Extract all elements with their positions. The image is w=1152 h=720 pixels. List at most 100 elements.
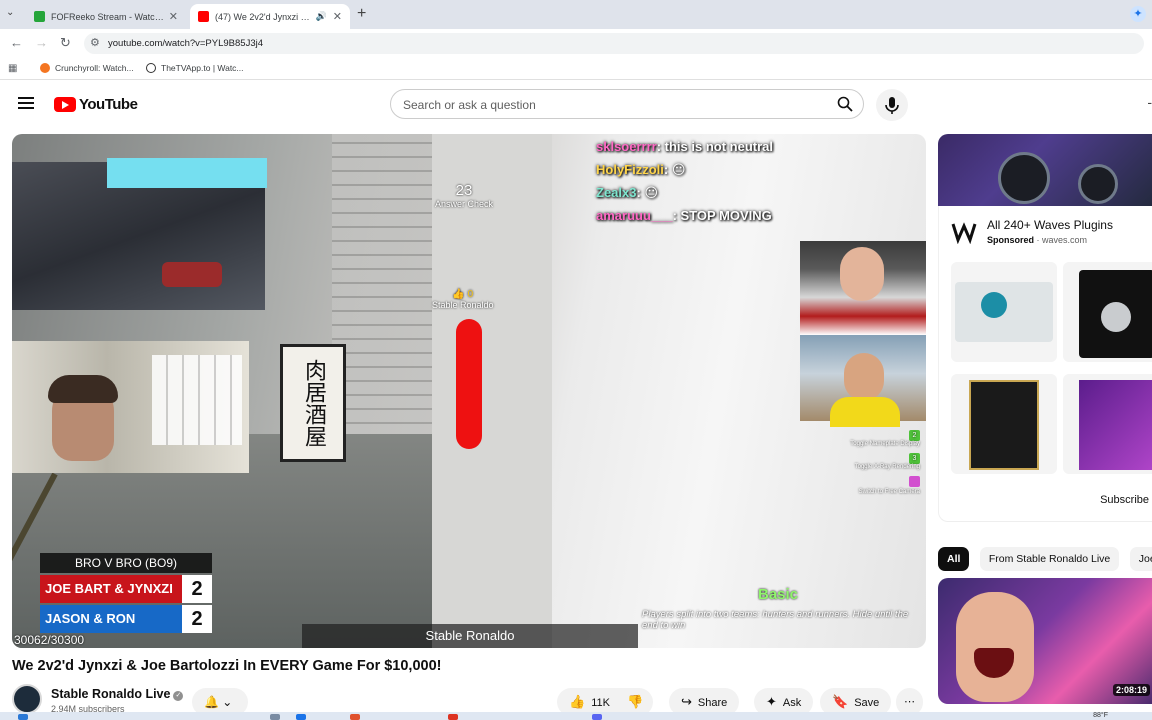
- reload-icon[interactable]: ↻: [60, 35, 71, 51]
- video-duration-badge: 2:08:19: [1112, 684, 1150, 696]
- chat-line: Zealx3: 😐: [596, 185, 773, 208]
- span: 0: [467, 289, 474, 300]
- player-nameplate: 👍 0 Stable Ronaldo: [432, 289, 494, 310]
- hair: [48, 375, 118, 403]
- recommended-video-thumbnail[interactable]: 2:08:19: [938, 578, 1152, 704]
- score: 2: [182, 575, 212, 603]
- speaker-icon[interactable]: 🔊: [316, 11, 327, 22]
- chip-all[interactable]: All: [938, 547, 970, 571]
- ad-product-image[interactable]: [1063, 374, 1152, 474]
- tab-title: FOFReeko Stream - Watch Live: [51, 11, 165, 22]
- site-info-icon[interactable]: ⚙: [90, 36, 100, 49]
- address-bar[interactable]: ⚙ youtube.com/watch?v=PYL9B85J3j4: [84, 33, 1144, 54]
- hamburger-menu-icon[interactable]: [18, 97, 34, 109]
- tab-search-icon[interactable]: ⌄: [6, 7, 14, 18]
- span: Ask: [782, 697, 802, 709]
- search-input[interactable]: Search or ask a question: [403, 98, 536, 112]
- game-wall: [432, 134, 552, 648]
- ad-title[interactable]: All 240+ Waves Plugins: [987, 218, 1113, 232]
- crunchyroll-icon: [40, 63, 50, 73]
- close-icon[interactable]: ✕: [333, 10, 342, 23]
- share-icon: ↪: [681, 694, 692, 709]
- div: Answer Check: [435, 199, 494, 209]
- bookmark-icon: 🔖: [832, 694, 849, 709]
- voice-search-button[interactable]: [876, 89, 908, 121]
- channel-avatar[interactable]: [12, 684, 42, 714]
- chip-from-channel[interactable]: From Stable Ronaldo Live: [979, 547, 1120, 571]
- channel-name[interactable]: Stable Ronaldo Live ✓: [51, 687, 184, 701]
- taskbar-app-icon[interactable]: [592, 714, 602, 720]
- logo-text: YouTube: [79, 96, 138, 113]
- span: amaruuu___: [596, 208, 673, 223]
- sparkle-icon: ✦: [766, 694, 777, 709]
- browser-tab-youtube[interactable]: (47) We 2v2'd Jynxzi & Joe 🔊 ✕: [190, 4, 350, 29]
- start-icon[interactable]: [18, 714, 28, 720]
- ad-banner-image[interactable]: [938, 134, 1152, 206]
- ad-product-image[interactable]: [951, 374, 1057, 474]
- video-title: We 2v2'd Jynxzi & Joe Bartolozzi In EVER…: [12, 658, 442, 674]
- span: Toggle Nameplate Display: [850, 441, 920, 447]
- youtube-logo[interactable]: YouTube: [54, 96, 138, 113]
- back-arrow-icon[interactable]: ←: [10, 35, 23, 50]
- browser-tab-fofreeko[interactable]: FOFReeko Stream - Watch Live ✕: [26, 4, 186, 29]
- ad-product-image[interactable]: [951, 262, 1057, 362]
- bookmark-crunchyroll[interactable]: Crunchyroll: Watch...: [40, 63, 134, 73]
- ad-meta: Sponsored · waves.com: [987, 235, 1088, 245]
- taskbar-app-icon[interactable]: [296, 714, 306, 720]
- create-icon[interactable]: -: [1147, 94, 1152, 110]
- box: [1101, 302, 1131, 332]
- score: 2: [182, 605, 212, 633]
- box: [981, 292, 1007, 318]
- close-icon[interactable]: ✕: [169, 10, 178, 23]
- chip-joe[interactable]: Joe B: [1129, 547, 1152, 571]
- new-tab-plus-icon[interactable]: +: [357, 5, 366, 23]
- team-row: JASON & RON 2: [40, 605, 212, 633]
- ad-product-image[interactable]: [1063, 262, 1152, 362]
- span: Save: [854, 697, 880, 709]
- red-shape: [162, 262, 222, 287]
- webcam-overlay-top-left: [12, 158, 267, 310]
- name: JOE BART & JYNXZI: [40, 575, 182, 603]
- span: Zealx3: [596, 185, 637, 200]
- b: Sponsored: [987, 235, 1035, 245]
- bookmark-label: TheTVApp.to | Watc...: [161, 63, 244, 73]
- gemini-icon[interactable]: ✦: [1130, 6, 1146, 22]
- span: : STOP MOVING: [672, 208, 772, 223]
- waves-logo-icon: [951, 222, 977, 244]
- apps-grid-icon[interactable]: ▦: [8, 63, 17, 74]
- face: [844, 353, 884, 401]
- forward-arrow-icon[interactable]: →: [35, 35, 48, 50]
- taskbar-app-icon[interactable]: [270, 714, 280, 720]
- game-toggle-hints: 2 Toggle Nameplate Display 3 Toggle X-Ray …: [850, 430, 920, 501]
- ad-subscribe-button[interactable]: Subscribe: [951, 494, 1152, 506]
- verified-check-icon: ✓: [173, 691, 184, 701]
- div: Stable Ronaldo: [432, 300, 494, 310]
- span: Switch to Free Camera: [858, 489, 920, 495]
- search-icon[interactable]: [837, 96, 853, 112]
- cyan-shape: [107, 158, 267, 188]
- span: :: [663, 162, 672, 177]
- team-row: JOE BART & JYNXZI 2: [40, 575, 212, 603]
- box: [969, 380, 1039, 470]
- row: 3 Toggle X-Ray Rendering: [850, 453, 920, 470]
- streamer-nametag: Stable Ronaldo: [302, 624, 638, 648]
- shelf: [152, 355, 242, 445]
- more-horizontal-icon: ⋯: [904, 696, 915, 708]
- row: 2 Toggle Nameplate Display: [850, 430, 920, 447]
- video-player[interactable]: 肉居酒屋 sklsoerrrr: this is not neutral Hol…: [12, 134, 926, 648]
- search-box[interactable]: Search or ask a question: [390, 89, 864, 119]
- bookmarks-bar: ▦ Crunchyroll: Watch... TheTVApp.to | Wa…: [0, 58, 1152, 80]
- game-mode-panel: Basic Players split into two teams: hunt…: [642, 586, 922, 631]
- span: HolyFizzoli: [596, 162, 664, 177]
- emote-icon: 😐: [671, 162, 686, 177]
- span: 3: [909, 453, 920, 464]
- bookmark-thetvapp[interactable]: TheTVApp.to | Watc...: [146, 63, 244, 73]
- taskbar-app-icon[interactable]: [448, 714, 458, 720]
- span: : this is not neutral: [656, 139, 774, 154]
- filter-chips: All From Stable Ronaldo Live Joe B: [938, 547, 1152, 571]
- taskbar-app-icon[interactable]: [350, 714, 360, 720]
- chevron-down-icon: ⌄: [222, 695, 233, 709]
- chat-line: HolyFizzoli: 😐: [596, 162, 773, 185]
- span: Share: [697, 697, 728, 709]
- sponsored-ad-card[interactable]: All 240+ Waves Plugins Sponsored · waves…: [938, 206, 1152, 522]
